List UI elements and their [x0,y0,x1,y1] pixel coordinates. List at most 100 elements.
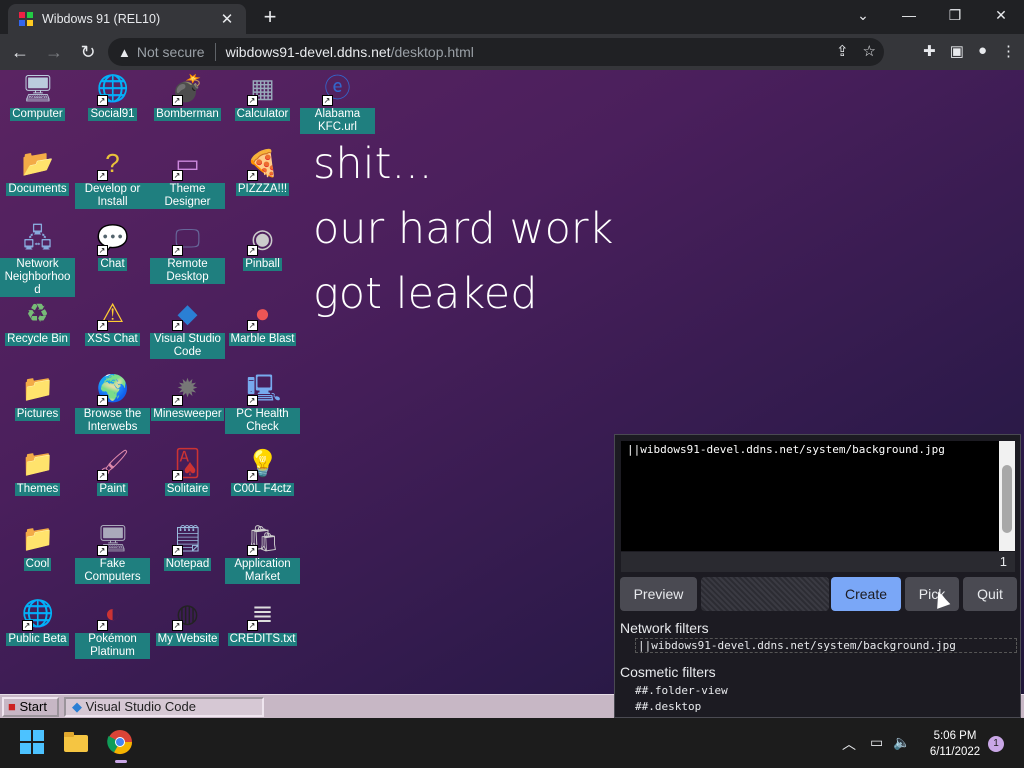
side-panel-icon[interactable]: ▣ [950,42,964,60]
desktop-icon-label: Calculator [234,108,291,121]
reload-button[interactable]: ↻ [74,38,102,66]
desktop-icon[interactable]: ◍ ↗ My Website [150,595,225,647]
pc-health-icon: 🖳 ↗ [246,373,282,406]
filter-scrollbar[interactable] [999,441,1015,551]
desktop-icon[interactable]: 📁 Pictures [0,370,75,422]
desktop-icon-label: Minesweeper [151,408,224,421]
minimize-button[interactable]: — [889,4,929,26]
start-button[interactable]: ■ Start [2,697,59,717]
desktop-icon-label: Visual Studio Code [150,333,225,359]
windows-start-icon[interactable] [18,728,48,758]
filter-textarea[interactable]: ||wibdows91-devel.ddns.net/system/backgr… [621,441,1015,551]
shortcut-arrow-icon: ↗ [171,245,183,256]
desktop-icon[interactable]: 🖥 Computer [0,70,75,122]
tab-active[interactable]: Wibdows 91 (REL10) ✕ [8,4,246,34]
desktop-icon[interactable]: 🖳 ↗ PC Health Check [225,370,300,435]
desktop-icon[interactable]: ● ↗ Marble Blast [225,295,300,347]
desktop-icon[interactable]: 🍕 ↗ PIZZZA!!! [225,145,300,197]
cosmetic-filter-item[interactable]: ##.desktop [635,700,701,713]
desktop-icon[interactable]: ⓔ ↗ Alabama KFC.url [300,70,375,135]
desktop-icon[interactable]: 📂 Documents [0,145,75,197]
network-icon[interactable]: ▭ [870,734,883,751]
desktop-icon[interactable]: ◐ ↗ Pokémon Platinum [75,595,150,660]
create-button[interactable]: Create [831,577,901,611]
window-close-button[interactable]: ✕ [981,4,1021,26]
forward-button[interactable]: → [40,38,68,66]
picker-slider[interactable] [701,577,829,611]
desktop-icon[interactable]: 🖥 ↗ Fake Computers [75,520,150,585]
desktop-icon[interactable]: ▭ ↗ Theme Designer [150,145,225,210]
network-filter-item[interactable]: ||wibdows91-devel.ddns.net/system/backgr… [635,638,1017,653]
shortcut-arrow-icon: ↗ [96,95,108,106]
desktop-icon[interactable]: ♻ Recycle Bin [0,295,75,347]
desktop-icon[interactable]: 🖌 ↗ Paint [75,445,150,497]
shortcut-arrow-icon: ↗ [171,170,183,181]
desktop-icon[interactable]: 🖧 Network Neighborhood [0,220,75,298]
desktop-icon[interactable]: ⚠ ↗ XSS Chat [75,295,150,347]
preview-button[interactable]: Preview [620,577,697,611]
tab-close-icon[interactable]: ✕ [218,10,236,28]
desktop-icon[interactable]: 🗒 ↗ Notepad [150,520,225,572]
address-bar[interactable]: ▲ Not secure wibdows91-devel.ddns.net/de… [108,38,884,66]
desktop-icon-label: Recycle Bin [5,333,70,346]
restore-button[interactable]: ❐ [935,4,975,26]
back-button[interactable]: ← [6,38,34,66]
desktop-icon[interactable]: 💡 ↗ C00L F4ctz [225,445,300,497]
extensions-icon[interactable]: ✚ [923,42,936,60]
desktop-icon[interactable]: ? ↗ Develop or Install [75,145,150,210]
desktop-icon[interactable]: 🛍 ↗ Application Market [225,520,300,585]
desktop-icon[interactable]: 💣 ↗ Bomberman [150,70,225,122]
desktop-icon-label: Pokémon Platinum [75,633,150,659]
desktop-icon[interactable]: 🖵 ↗ Remote Desktop [150,220,225,285]
desktop-icon[interactable]: ◆ ↗ Visual Studio Code [150,295,225,360]
desktop-icon[interactable]: 🌐 ↗ Public Beta [0,595,75,647]
desktop-icon[interactable]: ◉ ↗ Pinball [225,220,300,272]
window-icon: ▭ ↗ [171,147,204,181]
desktop-icon[interactable]: 📁 Cool [0,520,75,572]
notification-badge[interactable]: 1 [988,736,1004,752]
bookmark-star-icon[interactable]: ☆ [863,42,876,60]
system-clock[interactable]: 5:06 PM 6/11/2022 [920,728,990,760]
desktop-icon-label: CREDITS.txt [227,633,298,646]
desktop-icon[interactable]: 🂡 ↗ Solitaire [150,445,225,497]
address-separator [214,43,216,61]
desktop-icon[interactable]: ≣ ↗ CREDITS.txt [225,595,300,647]
not-secure-label[interactable]: Not secure [137,44,205,60]
profile-icon[interactable]: ● [978,42,987,60]
element-picker-panel: ||wibdows91-devel.ddns.net/system/backgr… [614,434,1021,718]
warning-icon[interactable]: ▲ [118,45,131,60]
cosmetic-filter-item[interactable]: ##.folder-view [635,684,728,697]
desktop-icon[interactable]: 🌐 ↗ Social91 [75,70,150,122]
desktop-icon[interactable]: 📁 Themes [0,445,75,497]
desktop-icon[interactable]: 💬 ↗ Chat [75,220,150,272]
quit-button[interactable]: Quit [963,577,1017,611]
chrome-icon[interactable] [106,728,136,763]
xss-chat-icon: ⚠ ↗ [96,297,129,331]
volume-icon[interactable]: 🔈 [893,734,910,751]
chat-icon: 💬 ↗ [96,223,129,256]
network-icon: 🖧 [23,223,52,253]
wallpaper-text: shit... our hard work got leaked [313,132,613,327]
file-explorer-icon[interactable] [62,728,92,758]
desktop-icon[interactable]: ✹ ↗ Minesweeper [150,370,225,422]
desktop-icon[interactable]: ▦ ↗ Calculator [225,70,300,122]
network-filters-heading: Network filters [620,620,709,636]
desktop-icon-label: C00L F4ctz [231,483,294,496]
desktop-icon-label: Bomberman [154,108,221,121]
shortcut-arrow-icon: ↗ [96,395,108,406]
shortcut-arrow-icon: ↗ [171,620,183,631]
menu-icon[interactable]: ⋮ [1001,42,1016,60]
shortcut-arrow-icon: ↗ [171,545,183,556]
desktop-icon[interactable]: 🌍 ↗ Browse the Interwebs [75,370,150,435]
shortcut-arrow-icon: ↗ [246,470,258,481]
desktop-icon-label: PC Health Check [225,408,300,434]
globe-icon: 🌐 ↗ [21,598,54,631]
show-hidden-icons-icon[interactable]: ︿ [842,734,856,754]
taskbar-item-vscode[interactable]: ◆ Visual Studio Code [64,697,264,717]
tab-strip: Wibdows 91 (REL10) ✕ + ⌄ — ❐ ✕ [0,0,1024,34]
share-icon[interactable]: ⇪ [836,42,849,60]
vscode-icon: ◆ ↗ [171,297,204,331]
tab-search-icon[interactable]: ⌄ [843,4,883,26]
desktop-icon-label: Cool [23,558,52,571]
new-tab-button[interactable]: + [258,6,282,30]
